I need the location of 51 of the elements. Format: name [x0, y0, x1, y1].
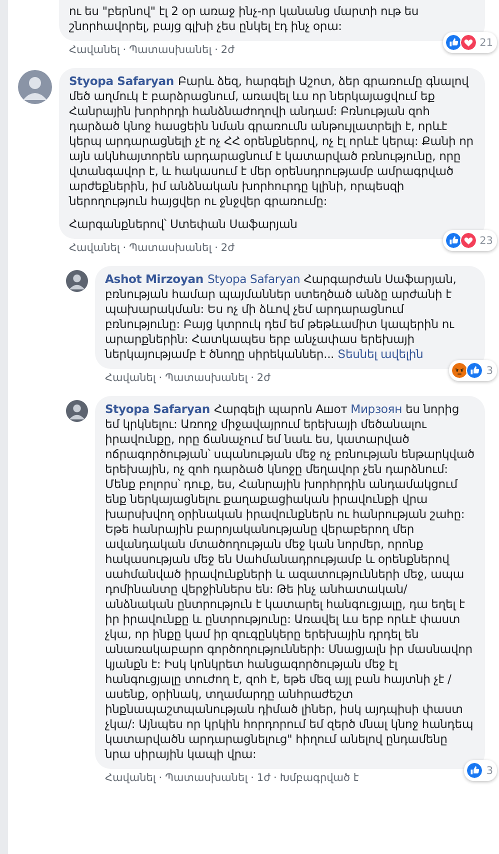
- reaction-count: 21: [480, 36, 493, 48]
- like-link[interactable]: Հավանել: [69, 242, 120, 254]
- like-link[interactable]: Հավանել: [69, 44, 120, 56]
- angry-face-icon: [451, 362, 468, 379]
- timestamp-link[interactable]: 1ժ: [256, 772, 270, 784]
- comment-text: Styopa Safaryan Հարգելի պարոն Ашот Мирзоян ես նորից եմ կրկնելու: Առողջ միջավայրում երեխայի մեծանալու իրավունքը, որը ճանաչում եմ նաև ես, կատարված ոճրագործության՝ սպանության մեջ ոչ բռնության ենթարկված երեխային, ոչ զոհ դարձած կնոջը մեղավոր չեն դարձնում: Մենք բոլորս՝ դուք, ես, Հանրային խորհրդին անդամակցում ենք ներկայացնելու քաղաքացիական իրավունքի վրա խարսխվող օրինական իրավունքներն ու հանրության շահը: Եթե հանրային բարոյականությանը վերաբերող մեր ավանդական մտածողության մեջ կան նորմեր, որոնք հակասության մեջ են Սահմանադրությամբ և օրենքներով սահմանված իրավունքների և ազատությունների մեջ, ապա դոմինանտը վերջիններս են: Թե ինչ անհատական/անձնական ընտրություն է կատարել հանգուցյալը, դա եղել է իր իրավունքը և ընտրությունը: Առավել ևս երբ որևէ փաստ չկա, որ ինքը կամ իր զուգընկերը երեխային դրդել են անառակաբարո գործողությունների: Սնացյալն իր մասնավոր կյանքն է: Իսկ կոնկրետ հանցագործության մեջ էլ հանգուցյալը տուժող է, զոհ է, եթե մեզ այլ բան հայտնի չէ / ասենք, օրինակ, տղամարդը անհրաժեշտ ինքնապաշտպանության դիմած լիներ, իսկ այդպիսի փաստ չկա/: Այնպես որ կրկին հորդորում եմ զերծ մնալ կնոջ հանդեպ կատարվածն արդարացնելուց" հիղում անելով ընդամենը նրա սիրային կապի վրա:: [105, 402, 475, 762]
- author-link[interactable]: Styopa Safaryan: [105, 402, 210, 416]
- thumbs-up-icon: [444, 232, 462, 249]
- timestamp-link[interactable]: 2ժ: [220, 44, 234, 56]
- reply-link[interactable]: Պատասխանել: [165, 372, 248, 384]
- separator-dot: ·: [250, 772, 254, 784]
- heart-icon: [460, 34, 477, 51]
- separator-dot: ·: [214, 44, 218, 56]
- reply-link[interactable]: Պատասխանել: [165, 772, 248, 784]
- reaction-count: 3: [486, 764, 493, 776]
- author-link[interactable]: Ashot Mirzoyan: [105, 272, 204, 286]
- see-more-link[interactable]: Տեսնել ավելին: [338, 347, 424, 361]
- comment-text: ու ես "բերնով" էլ 2 օր առաջ ինչ-որ կանանց մարտի ութ ես շնորհավորել, բայց գլխի չես ընկել էդ ինչ օրա:: [69, 4, 420, 34]
- separator-dot: ·: [250, 372, 254, 384]
- avatar-icon[interactable]: [18, 70, 52, 104]
- timestamp-link[interactable]: 2ժ: [220, 242, 234, 254]
- like-link[interactable]: Հավանել: [105, 372, 156, 384]
- separator-dot: ·: [122, 242, 126, 254]
- mention-link[interactable]: Мирзоян: [350, 402, 402, 416]
- separator-dot: ·: [158, 772, 162, 784]
- thumbs-up-icon: [444, 34, 462, 51]
- reaction-count: 23: [480, 234, 493, 246]
- comment-text: Ashot Mirzoyan Styopa Safaryan Հարգարժան Սաֆարյան, բռնության համար պայմաններ ստեղծած անձը արժանի է պախարակման: Ես ոչ մի ձևով չեմ արդարացնում բռնությունը: Բայց կտրուկ դեմ եմ թեթևամիտ կապերին ու արարքներին: Հատկապես երբ անչափաս երեխայի ներկայությամբ է ծնողը սիրեկաններ... Տեսնել ավելին: [105, 272, 458, 362]
- mention-link[interactable]: Styopa Safaryan: [207, 272, 300, 286]
- comment-text: Styopa Safaryan Բարև ձեզ, հարգելի Աշոտ, ձեր գրառումը գնալով մեծ աղմուկ է բարձրացնում, առավել ևս որ ներկայացվում եք Հանրային խորհրդի հանձնաժողովի անդամ: Բռնության զոհ դարձած կնոջ հասցեին նման գրառումն անթույլատրելի է, որևէ կերպ արդարացնելի չէ ոչ ՀՀ օրենքներով, ոչ էլ որևէ կերպ: Քանի որ այն ակնհայտորեն արդարացնում է կատարված բռնությունը, որը վտանգավոր է, և հակասում է մեր օրենսդրությամբ ամրագրված արժեքներին, իմ անձնական խորհուրդը կլինի, որպեսզի ներողություն հայցվեր ու ջնջվեր գրառումը:: [69, 74, 474, 209]
- comment-text: Հարգանքներով՝ Ստեփան Սաֆարյան: [69, 217, 298, 232]
- avatar-icon[interactable]: [66, 270, 88, 292]
- reply-link[interactable]: Պատասխանել: [129, 242, 212, 254]
- avatar-icon[interactable]: [66, 400, 88, 422]
- reaction-count: 3: [486, 364, 493, 376]
- reactions-pill[interactable]: 3: [449, 360, 497, 381]
- separator-dot: ·: [274, 772, 277, 784]
- thumbs-up-icon: [466, 362, 484, 379]
- heart-icon: [460, 232, 477, 249]
- reactions-pill[interactable]: 3: [464, 760, 497, 781]
- thumbs-up-icon: [466, 762, 484, 779]
- reply-link[interactable]: Պատասխանել: [129, 44, 212, 56]
- separator-dot: ·: [122, 44, 126, 56]
- reactions-pill[interactable]: 21: [442, 32, 497, 53]
- reactions-pill[interactable]: 23: [442, 230, 497, 251]
- separator-dot: ·: [158, 372, 162, 384]
- timestamp-link[interactable]: 2ժ: [256, 372, 270, 384]
- author-link[interactable]: Styopa Safaryan: [69, 74, 174, 88]
- edited-link[interactable]: Խմբագրված է: [280, 772, 359, 784]
- separator-dot: ·: [214, 242, 218, 254]
- like-link[interactable]: Հավանել: [105, 772, 156, 784]
